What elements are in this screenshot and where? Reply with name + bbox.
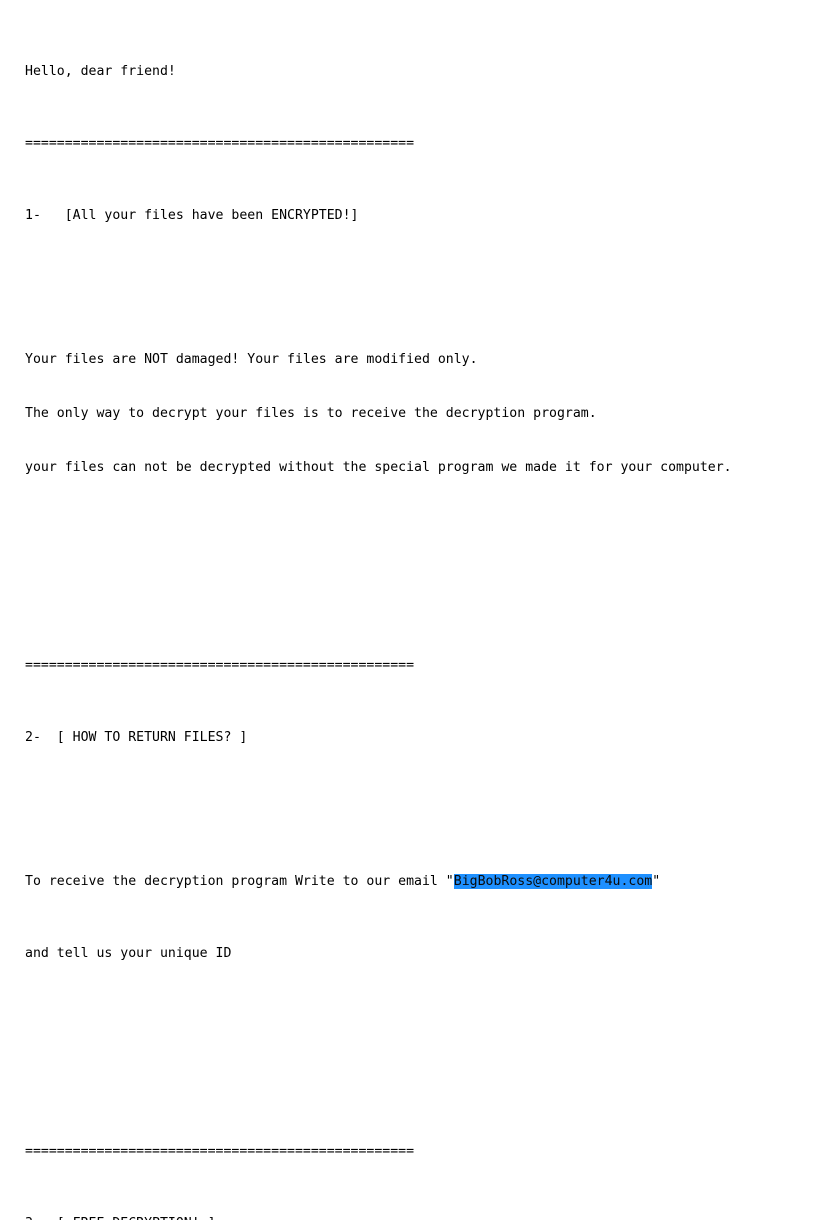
separator-line-1: ========================================… bbox=[25, 136, 415, 151]
section-2-heading: 2- [ HOW TO RETURN FILES? ] bbox=[25, 730, 248, 745]
section-2-email-line: To receive the decryption program Write … bbox=[25, 873, 830, 891]
section-1-body-line-3: your files can not be decrypted without … bbox=[25, 460, 732, 475]
ransom-note-document: Hello, dear friend! ====================… bbox=[0, 0, 830, 1220]
section-3-heading: 3- [ FREE DECRYPTION! ] bbox=[25, 1215, 830, 1220]
email-line-suffix: " bbox=[652, 874, 661, 889]
section-2-body-line-2: and tell us your unique ID bbox=[25, 946, 232, 961]
separator-line-3: ========================================… bbox=[25, 1144, 415, 1159]
section-1-body-line-2: The only way to decrypt your files is to… bbox=[25, 406, 597, 421]
email-line-prefix: To receive the decryption program Write … bbox=[25, 874, 454, 889]
section-1-heading: 1- [All your files have been ENCRYPTED!] bbox=[25, 208, 359, 223]
contact-email-selected[interactable]: BigBobRoss@computer4u.com bbox=[453, 874, 653, 889]
separator-line-2: ========================================… bbox=[25, 658, 415, 673]
section-1-body-line-1: Your files are NOT damaged! Your files a… bbox=[25, 352, 478, 367]
greeting-line: Hello, dear friend! bbox=[25, 64, 176, 79]
